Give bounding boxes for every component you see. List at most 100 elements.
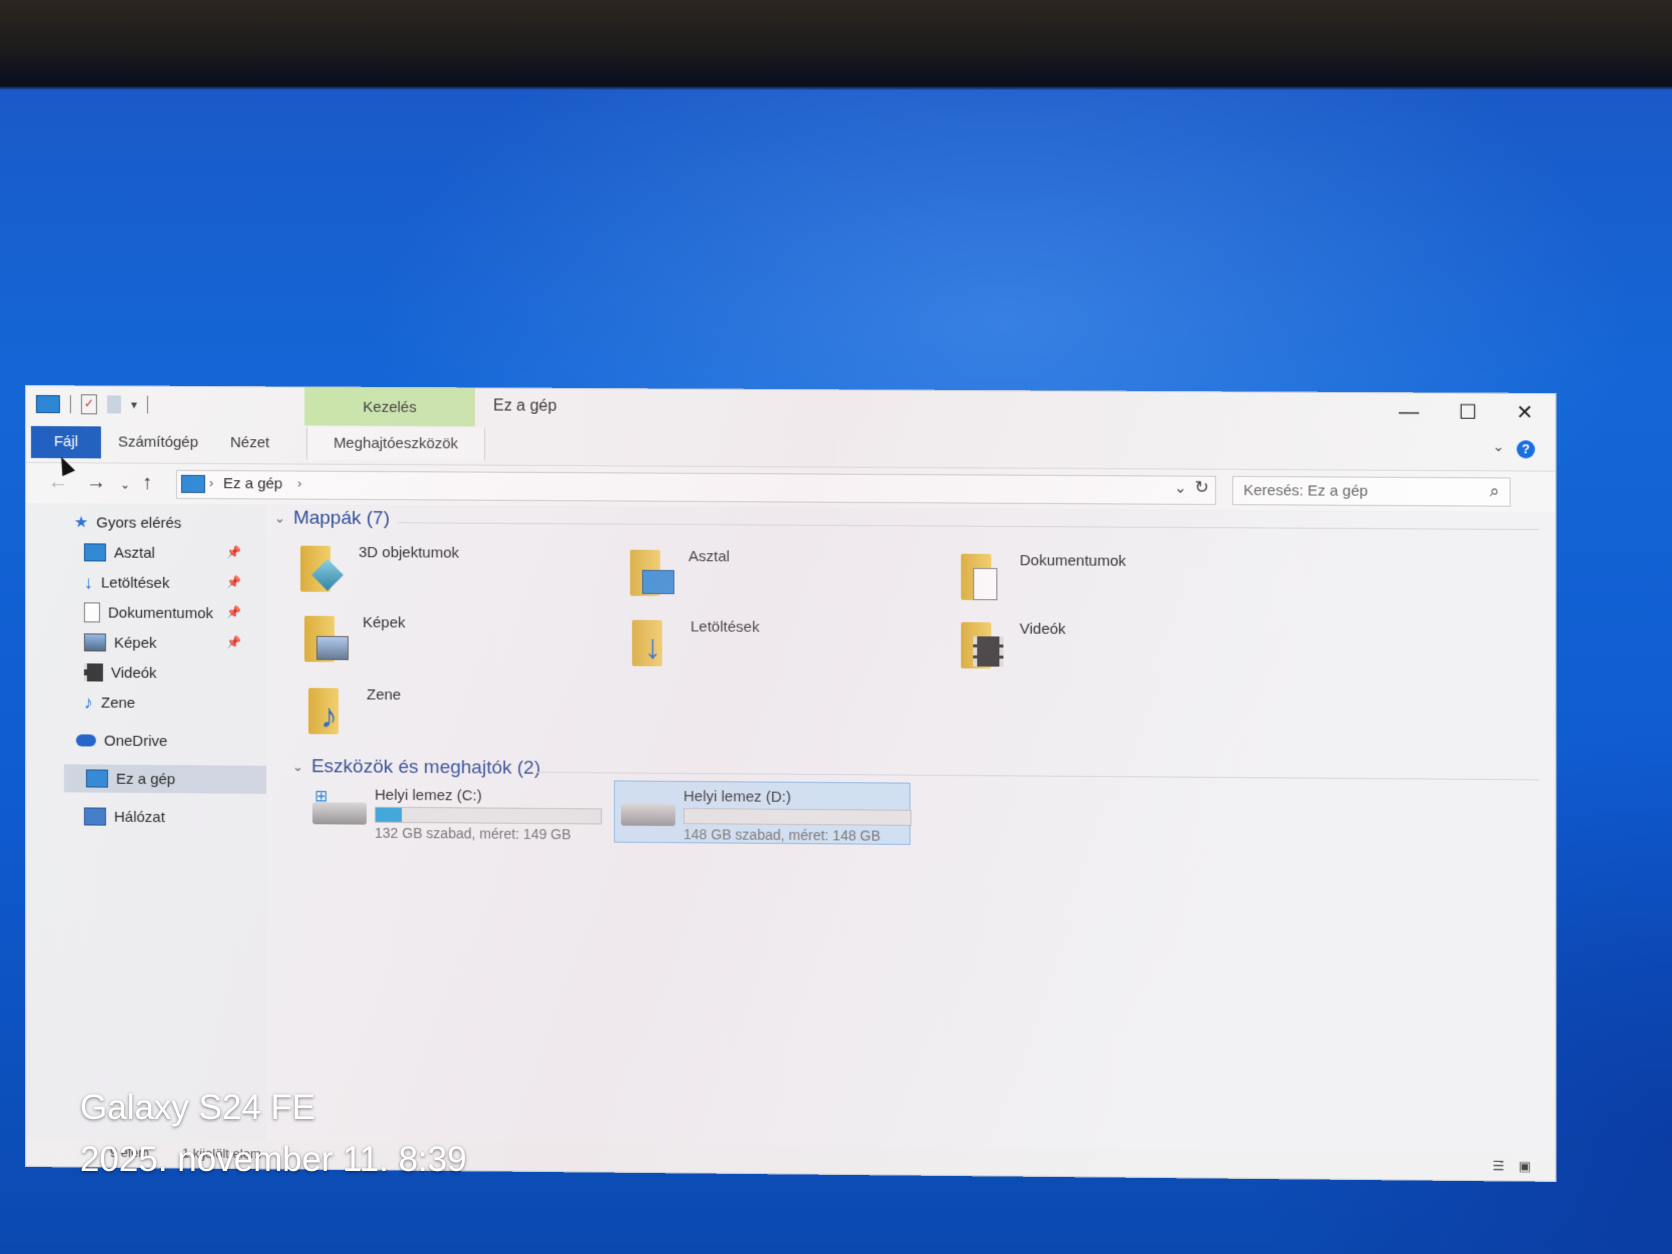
nav-label: Videók	[111, 664, 157, 682]
folder-music[interactable]: ♪ Zene	[308, 680, 599, 744]
folder-label: 3D objektumok	[358, 544, 460, 562]
tab-computer[interactable]: Számítógép	[110, 426, 206, 459]
videos-folder-icon	[960, 614, 1005, 671]
nav-item-this-pc[interactable]: Ez a gép	[64, 764, 283, 794]
downloads-folder-icon: ↓	[632, 612, 676, 669]
tab-drive-tools[interactable]: Meghajtóeszközök	[306, 427, 486, 461]
pin-icon[interactable]: 📌	[226, 545, 241, 559]
chevron-down-icon[interactable]: ⌄	[292, 759, 303, 775]
search-placeholder: Keresés: Ez a gép	[1243, 482, 1368, 500]
breadcrumb-chevron-icon[interactable]: ›	[297, 476, 301, 491]
music-folder-icon: ♪	[308, 680, 352, 736]
folder-label: Dokumentumok	[1019, 552, 1126, 570]
nav-label: OneDrive	[104, 732, 168, 750]
content-area: ⌄ Mappák (7) 3D objektumok Asztal Dokume…	[266, 505, 1556, 1153]
drive-info: 132 GB szabad, méret: 149 GB	[374, 824, 572, 843]
desktop-folder-icon	[630, 542, 675, 598]
folder-label: Zene	[366, 686, 401, 704]
address-dropdown-icon[interactable]: ⌄	[1174, 479, 1187, 497]
folder-downloads[interactable]: ↓ Letöltések	[632, 612, 925, 676]
nav-item-desktop[interactable]: Asztal	[84, 538, 155, 566]
star-icon: ★	[74, 514, 89, 532]
nav-label: Dokumentumok	[108, 604, 214, 622]
nav-label: Zene	[101, 694, 136, 712]
qat-separator	[147, 395, 149, 414]
computer-icon	[181, 474, 206, 494]
computer-icon	[86, 769, 109, 788]
help-icon[interactable]: ?	[1516, 440, 1535, 459]
nav-item-onedrive[interactable]: OneDrive	[76, 726, 167, 755]
nav-label: Képek	[114, 634, 157, 652]
folder-label: Videók	[1019, 620, 1066, 638]
up-icon[interactable]: ↑	[142, 472, 152, 495]
document-icon	[84, 602, 101, 623]
group-divider	[396, 522, 1540, 531]
folder-3d-objects[interactable]: 3D objektumok	[300, 538, 591, 602]
group-title: Eszközök és meghajtók (2)	[311, 756, 541, 779]
computer-icon[interactable]	[35, 395, 61, 414]
folder-documents[interactable]: Dokumentumok	[960, 546, 1255, 610]
drive-info: 148 GB szabad, méret: 148 GB	[683, 826, 881, 844]
drive-usage-fill	[375, 807, 402, 822]
group-title: Mappák (7)	[293, 507, 390, 530]
music-icon: ♪	[84, 691, 94, 712]
drive-label: Helyi lemez (D:)	[683, 787, 792, 806]
large-icons-view-icon[interactable]: ▣	[1518, 1158, 1531, 1174]
search-icon[interactable]: ⌕	[1490, 481, 1500, 501]
new-folder-icon[interactable]	[107, 395, 122, 414]
3d-objects-icon	[300, 538, 344, 594]
customize-qat-icon[interactable]: ▾	[131, 398, 137, 412]
pin-icon[interactable]: 📌	[226, 635, 241, 649]
details-view-icon[interactable]: ☰	[1493, 1158, 1505, 1174]
pin-icon[interactable]: 📌	[226, 575, 241, 589]
folder-desktop[interactable]: Asztal	[630, 542, 923, 606]
drive-d[interactable]: Helyi lemez (D:) 148 GB szabad, méret: 1…	[613, 780, 912, 845]
context-tab-manage[interactable]: Kezelés	[304, 387, 476, 427]
folder-label: Letöltések	[690, 618, 760, 636]
ribbon-expand-icon[interactable]: ⌄	[1493, 438, 1505, 455]
nav-item-network[interactable]: Hálózat	[84, 802, 165, 831]
network-icon	[84, 807, 107, 826]
nav-item-videos[interactable]: Videók	[84, 658, 157, 687]
address-bar[interactable]: › Ez a gép › ⌄ ↻	[176, 469, 1217, 506]
nav-item-music[interactable]: ♪ Zene	[84, 688, 135, 716]
refresh-icon[interactable]: ↻	[1195, 478, 1209, 498]
group-divider	[537, 771, 1540, 781]
drive-usage-bar	[374, 806, 602, 825]
chevron-down-icon[interactable]: ⌄	[274, 510, 285, 526]
cloud-icon	[76, 734, 97, 747]
folder-label: Asztal	[688, 548, 730, 566]
folder-pictures[interactable]: Képek	[304, 608, 595, 672]
breadcrumb-this-pc[interactable]: Ez a gép	[223, 475, 282, 492]
minimize-button[interactable]: —	[1382, 397, 1435, 428]
group-header-drives[interactable]: ⌄ Eszközök és meghajtók (2)	[292, 756, 540, 780]
desktop-icon	[84, 543, 107, 562]
nav-label: Ez a gép	[116, 770, 176, 788]
nav-item-pictures[interactable]: Képek	[84, 628, 157, 657]
tab-view[interactable]: Nézet	[222, 427, 277, 459]
drive-usage-bar	[683, 808, 912, 826]
nav-label: Asztal	[114, 544, 155, 562]
nav-item-documents[interactable]: Dokumentumok	[84, 598, 213, 627]
search-input[interactable]: Keresés: Ez a gép ⌕	[1232, 475, 1511, 507]
close-button[interactable]: ✕	[1498, 398, 1551, 429]
drive-c[interactable]: ⊞ Helyi lemez (C:) 132 GB szabad, méret:…	[306, 780, 602, 843]
breadcrumb-chevron-icon[interactable]: ›	[209, 475, 213, 490]
pin-icon[interactable]: 📌	[226, 605, 241, 619]
properties-icon[interactable]: ✓	[81, 394, 98, 415]
picture-icon	[84, 633, 107, 652]
drive-label: Helyi lemez (C:)	[374, 786, 482, 805]
group-header-folders[interactable]: ⌄ Mappák (7)	[274, 507, 389, 530]
folder-label: Képek	[362, 614, 406, 632]
window-title: Ez a gép	[493, 397, 557, 415]
photo-timestamp: 2025. november 11. 8:39	[80, 1140, 467, 1179]
photo-device-label: Galaxy S24 FE	[80, 1088, 316, 1127]
forward-icon[interactable]: →	[86, 471, 106, 494]
download-icon: ↓	[84, 571, 94, 592]
recent-locations-icon[interactable]: ⌄	[120, 478, 130, 492]
maximize-button[interactable]: ☐	[1441, 397, 1494, 428]
nav-item-quick-access[interactable]: ★ Gyors elérés	[74, 508, 181, 537]
nav-item-downloads[interactable]: ↓ Letöltések	[84, 568, 169, 597]
quick-access-toolbar: ✓ ▾	[35, 394, 149, 415]
folder-videos[interactable]: Videók	[960, 614, 1255, 678]
